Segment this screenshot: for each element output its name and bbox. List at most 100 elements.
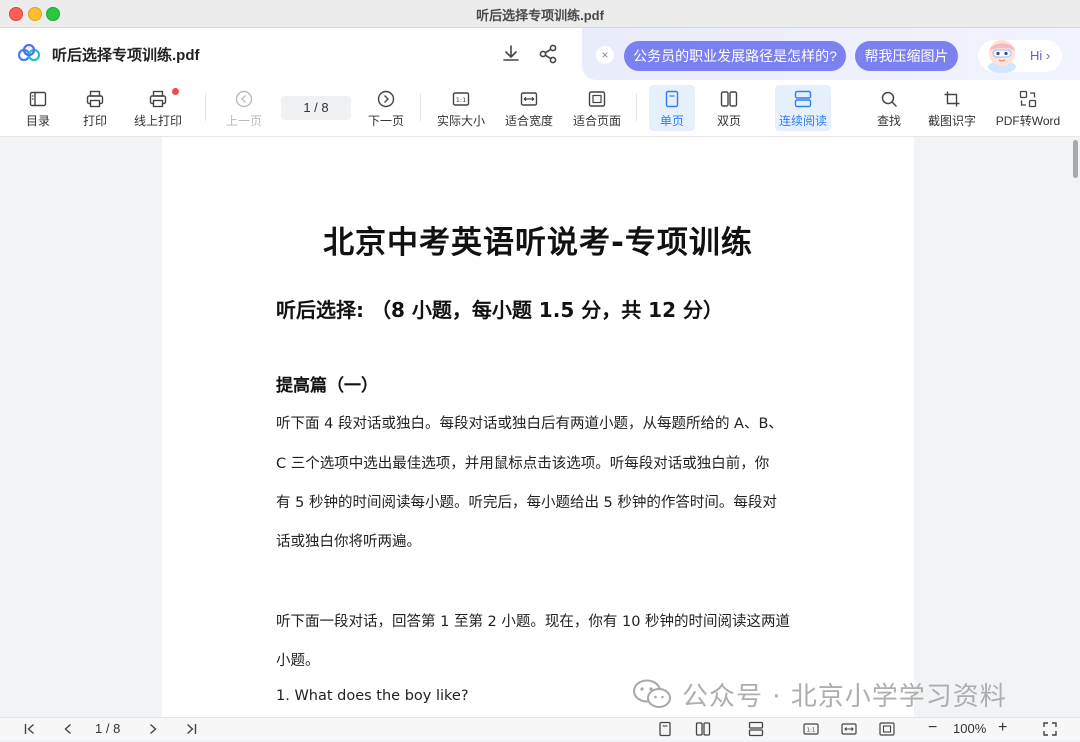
next-page-small-button[interactable] — [145, 721, 161, 737]
next-page-label: 下一页 — [367, 114, 404, 128]
document-subtitle: 听后选择: （8 小题，每小题 1.5 分，共 12 分） — [276, 298, 723, 322]
fit-width-small-button[interactable] — [841, 721, 857, 737]
online-printer-icon — [149, 90, 167, 108]
ai-suggestion-chip[interactable]: 帮我压缩图片 — [855, 41, 958, 71]
double-page-label: 双页 — [716, 114, 741, 128]
print-button[interactable]: 打印 — [75, 80, 115, 136]
actual-size-icon: 1:1 — [803, 723, 819, 735]
ai-panel-close-button[interactable]: × — [596, 46, 614, 64]
online-print-label: 线上打印 — [133, 114, 182, 128]
chevron-right-circle-icon — [377, 90, 395, 108]
toc-button[interactable]: 目录 — [18, 80, 58, 136]
single-page-button[interactable]: 单页 — [649, 85, 695, 131]
prev-page-small-button[interactable] — [60, 721, 76, 737]
continuous-view-button[interactable] — [748, 721, 764, 737]
fit-width-button[interactable]: 适合宽度 — [503, 80, 555, 136]
double-page-view-button[interactable] — [695, 721, 711, 737]
chevron-left-circle-icon — [235, 90, 253, 108]
screenshot-ocr-label: 截图识字 — [927, 114, 976, 128]
assistant-avatar-icon[interactable] — [982, 33, 1022, 73]
actual-size-button[interactable]: 1:1 实际大小 — [434, 80, 488, 136]
single-page-icon — [659, 721, 671, 737]
fullscreen-button[interactable] — [1042, 721, 1058, 737]
page-number-input[interactable]: 1 / 8 — [281, 96, 351, 120]
actual-size-small-button[interactable]: 1:1 — [803, 721, 819, 737]
window-titlebar: 听后选择专项训练.pdf — [0, 0, 1080, 28]
double-page-icon — [720, 91, 738, 107]
chevron-left-icon — [64, 723, 71, 735]
paragraph-line: 听下面 4 段对话或独白。每段对话或独白后有两道小题，从每题所给的 A、B、 — [276, 416, 783, 432]
ai-suggestion-chip[interactable]: 公务员的职业发展路径是怎样的? — [624, 41, 846, 71]
single-page-view-button[interactable] — [657, 721, 673, 737]
bottom-status-bar: 1 / 8 1:1 − 100% + — [0, 717, 1080, 740]
paragraph-line: C 三个选项中选出最佳选项，并用鼠标点击该选项。听每段对话或独白前，你 — [276, 456, 770, 472]
pdf-page: 北京中考英语听说考-专项训练 听后选择: （8 小题，每小题 1.5 分，共 1… — [162, 137, 914, 717]
screenshot-ocr-button[interactable]: 截图识字 — [926, 80, 978, 136]
pdf-to-word-button[interactable]: PDF转Word — [994, 80, 1062, 136]
search-icon — [881, 91, 897, 107]
printer-icon — [86, 90, 104, 108]
paragraph-line: 听下面一段对话，回答第 1 至第 2 小题。现在，你有 10 秒钟的时间阅读这两… — [276, 614, 791, 630]
fit-width-label: 适合宽度 — [504, 114, 553, 128]
fit-page-icon — [588, 91, 606, 107]
prev-page-button[interactable]: 上一页 — [222, 80, 266, 136]
watermark-text: 公众号 · 北京小学学习资料 — [682, 682, 1007, 712]
convert-icon — [1019, 90, 1037, 108]
first-page-button[interactable] — [22, 721, 38, 737]
sidebar-toc-icon — [29, 91, 47, 107]
double-page-icon — [695, 722, 711, 736]
first-page-icon — [24, 723, 34, 735]
double-page-button[interactable]: 双页 — [707, 80, 751, 136]
download-icon[interactable] — [499, 42, 523, 66]
continuous-reading-button[interactable]: 连续阅读 — [775, 85, 831, 131]
wechat-icon — [633, 679, 671, 708]
zoom-in-button[interactable]: + — [998, 719, 1007, 737]
app-logo-icon — [18, 44, 40, 62]
fit-page-button[interactable]: 适合页面 — [571, 80, 623, 136]
next-page-button[interactable]: 下一页 — [364, 80, 408, 136]
toc-label: 目录 — [25, 114, 50, 128]
file-name: 听后选择专项训练.pdf — [52, 47, 200, 64]
fit-page-label: 适合页面 — [572, 114, 621, 128]
paragraph-line: 小题。 — [276, 653, 320, 669]
pdf-to-word-label: PDF转Word — [995, 114, 1061, 128]
fullscreen-icon — [1043, 722, 1057, 736]
actual-size-icon: 1:1 — [452, 92, 470, 106]
paragraph-line: 有 5 秒钟的时间阅读每小题。听完后，每小题给出 5 秒钟的作答时间。每段对 — [276, 495, 777, 511]
continuous-reading-label: 连续阅读 — [778, 114, 827, 128]
document-title: 北京中考英语听说考-专项训练 — [323, 225, 753, 261]
find-label: 查找 — [876, 114, 901, 128]
document-viewport[interactable]: 北京中考英语听说考-专项训练 听后选择: （8 小题，每小题 1.5 分，共 1… — [0, 137, 1080, 717]
last-page-button[interactable] — [183, 721, 199, 737]
crop-ocr-icon — [944, 91, 960, 107]
continuous-scroll-icon — [794, 90, 812, 108]
toolbar-divider — [636, 93, 637, 121]
print-label: 打印 — [82, 114, 107, 128]
vertical-scrollbar[interactable] — [1073, 140, 1078, 178]
continuous-scroll-icon — [748, 721, 764, 737]
fit-page-icon — [879, 722, 895, 736]
chevron-right-icon — [150, 723, 157, 735]
toolbar-divider — [420, 93, 421, 121]
question-line: 1. What does the boy like? — [276, 688, 469, 704]
toolbar-divider — [205, 93, 206, 121]
single-page-icon — [665, 90, 679, 108]
section-heading: 提高篇（一） — [276, 376, 378, 396]
fit-width-icon — [841, 723, 857, 735]
bottom-page-indicator[interactable]: 1 / 8 — [95, 721, 120, 736]
svg-text:1:1: 1:1 — [807, 728, 816, 734]
zoom-level[interactable]: 100% — [953, 721, 986, 736]
notification-dot — [172, 88, 179, 95]
fit-page-small-button[interactable] — [879, 721, 895, 737]
assistant-hi-label: Hi › — [1030, 48, 1051, 63]
svg-text:1:1: 1:1 — [456, 96, 466, 104]
window-title: 听后选择专项训练.pdf — [476, 8, 604, 23]
share-icon[interactable] — [536, 42, 560, 66]
actual-size-label: 实际大小 — [436, 114, 485, 128]
fit-width-icon — [520, 92, 538, 106]
last-page-icon — [187, 723, 197, 735]
zoom-out-button[interactable]: − — [928, 719, 937, 737]
paragraph-line: 话或独白你将听两遍。 — [276, 534, 421, 550]
prev-page-label: 上一页 — [225, 114, 262, 128]
find-button[interactable]: 查找 — [868, 80, 910, 136]
